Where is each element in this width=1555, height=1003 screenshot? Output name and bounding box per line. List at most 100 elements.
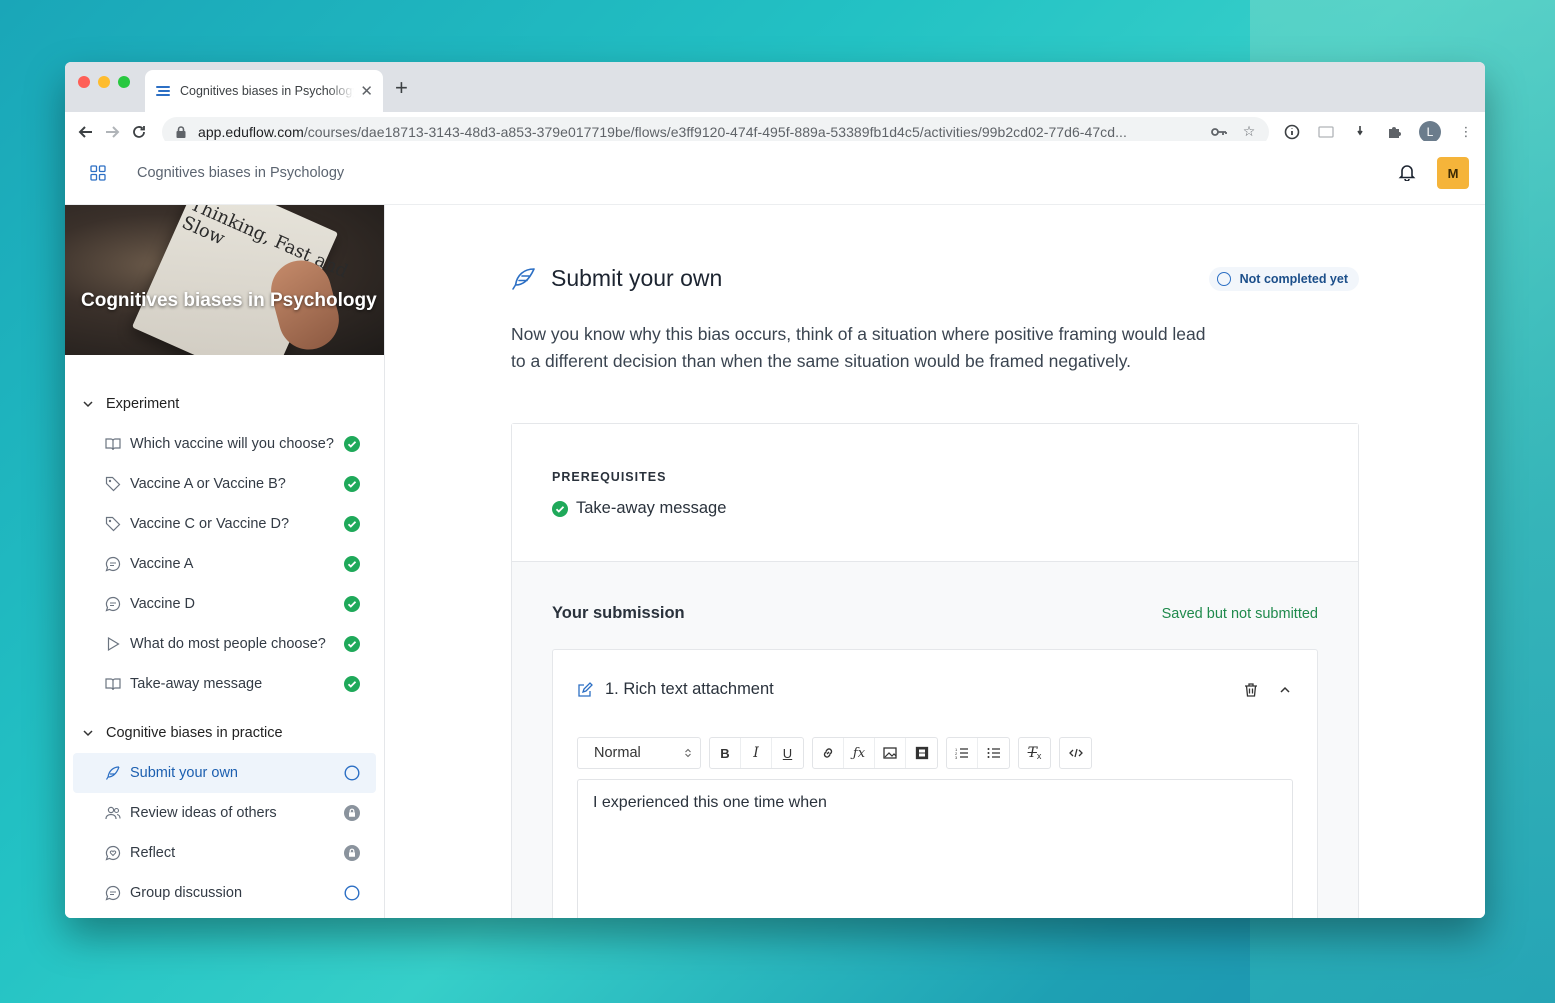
sidebar-item-group-discussion[interactable]: Group discussion xyxy=(73,873,376,913)
section-experiment[interactable]: Experiment xyxy=(65,384,384,424)
sidebar-item-label: Take-away message xyxy=(130,676,263,692)
select-arrows-icon xyxy=(685,748,691,758)
rich-text-editor[interactable]: I experienced this one time when xyxy=(577,779,1293,918)
activity-title: Submit your own xyxy=(551,265,723,291)
status-badge-label: Not completed yet xyxy=(1239,272,1348,286)
bold-button[interactable]: B xyxy=(710,738,741,768)
book-icon xyxy=(105,438,121,451)
sidebar-item-what-most-choose[interactable]: What do most people choose? xyxy=(73,624,376,664)
feather-icon xyxy=(512,267,535,290)
url-path: /courses/dae18713-3143-48d3-a853-379e017… xyxy=(303,123,1127,140)
pin-extension-icon[interactable] xyxy=(1351,123,1369,141)
window-controls xyxy=(78,76,130,88)
clear-format-button[interactable]: Tx xyxy=(1019,738,1050,768)
sidebar-item-which-vaccine[interactable]: Which vaccine will you choose? xyxy=(73,424,376,464)
submission-title: Your submission xyxy=(552,604,685,622)
prerequisite-item[interactable]: Take-away message xyxy=(552,499,1318,518)
format-select[interactable]: Normal xyxy=(578,738,700,768)
close-window-button[interactable] xyxy=(78,76,90,88)
code-button[interactable] xyxy=(1060,738,1091,768)
formula-button[interactable]: ƒx xyxy=(844,738,875,768)
completed-check-icon xyxy=(344,556,360,572)
star-icon[interactable]: ☆ xyxy=(1241,123,1257,140)
prerequisites-section: PREREQUISITES Take-away message xyxy=(512,424,1358,562)
browser-tab[interactable]: Cognitives biases in Psychology | Eduflo… xyxy=(145,70,383,112)
sidebar-item-label: Which vaccine will you choose? xyxy=(130,436,334,452)
sidebar-item-label: Vaccine A xyxy=(130,556,194,572)
text-style-group: B I U xyxy=(709,737,804,769)
forward-arrow-icon xyxy=(106,125,120,138)
ordered-list-icon: 123 xyxy=(955,747,968,759)
key-icon[interactable] xyxy=(1211,124,1227,140)
section-cognitive-biases-practice[interactable]: Cognitive biases in practice xyxy=(65,713,384,753)
maximize-window-button[interactable] xyxy=(118,76,130,88)
sidebar-item-submit-your-own[interactable]: Submit your own xyxy=(73,753,376,793)
activity-card: PREREQUISITES Take-away message Your sub… xyxy=(511,423,1359,918)
feather-icon xyxy=(105,766,120,780)
prerequisite-label: Take-away message xyxy=(576,499,727,517)
sidebar-item-label: Vaccine A or Vaccine B? xyxy=(130,476,286,492)
link-button[interactable] xyxy=(813,738,844,768)
extensions-area: L ⋮ xyxy=(1283,120,1475,143)
eduflow-favicon-icon xyxy=(156,86,170,96)
folder-extension-icon[interactable] xyxy=(1317,123,1335,141)
info-extension-icon[interactable] xyxy=(1283,123,1301,141)
new-tab-button[interactable]: + xyxy=(395,75,408,101)
video-button[interactable] xyxy=(906,738,937,768)
sidebar-item-label: Review ideas of others xyxy=(130,805,277,821)
code-icon xyxy=(1068,748,1083,758)
image-icon xyxy=(883,747,897,759)
course-title[interactable]: Cognitives biases in Psychology xyxy=(137,165,344,181)
tab-close-icon[interactable]: ✕ xyxy=(360,82,373,100)
app-header: Cognitives biases in Psychology M xyxy=(65,141,1485,205)
sidebar-item-label: What do most people choose? xyxy=(130,636,326,652)
bell-icon[interactable] xyxy=(1398,163,1416,181)
activity-header: Submit your own xyxy=(511,265,722,292)
chat-icon xyxy=(105,885,121,901)
link-icon xyxy=(823,748,833,758)
format-select-value: Normal xyxy=(594,745,641,761)
sidebar-item-vaccine-c-or-d[interactable]: Vaccine C or Vaccine D? xyxy=(73,504,376,544)
submission-header: Your submission Saved but not submitted xyxy=(552,604,1318,623)
back-arrow-icon xyxy=(78,125,93,138)
ordered-list-button[interactable]: 123 xyxy=(947,738,978,768)
sidebar-item-vaccine-a[interactable]: Vaccine A xyxy=(73,544,376,584)
not-started-circle-icon xyxy=(344,765,360,781)
sidebar-item-label: Vaccine C or Vaccine D? xyxy=(130,516,290,532)
browser-window: Cognitives biases in Psychology | Eduflo… xyxy=(65,62,1485,918)
apps-grid-icon[interactable] xyxy=(90,164,106,181)
image-button[interactable] xyxy=(875,738,906,768)
sidebar-item-label: Submit your own xyxy=(130,765,238,781)
tag-icon xyxy=(105,476,121,492)
sidebar-item-vaccine-d[interactable]: Vaccine D xyxy=(73,584,376,624)
svg-text:3: 3 xyxy=(955,755,958,759)
more-menu-icon[interactable]: ⋮ xyxy=(1457,123,1475,141)
editor-toolbar: Normal B I U ƒx 1 2 3 T x xyxy=(577,737,1293,769)
chevron-up-icon[interactable] xyxy=(1277,682,1293,698)
course-hero-image: Thinking, Fast and Slow Cognitives biase… xyxy=(65,205,384,355)
heart-chat-icon xyxy=(105,845,121,861)
locked-icon xyxy=(344,845,360,861)
sidebar-item-review-ideas[interactable]: Review ideas of others xyxy=(73,793,376,833)
chevron-down-icon xyxy=(83,730,93,737)
status-circle-icon xyxy=(1216,272,1231,286)
clean-group: Tx xyxy=(1018,737,1051,769)
trash-icon[interactable] xyxy=(1243,682,1259,698)
completed-check-icon xyxy=(344,596,360,612)
underline-button[interactable]: U xyxy=(772,738,803,768)
profile-avatar[interactable]: L xyxy=(1418,120,1441,143)
user-avatar[interactable]: M xyxy=(1437,157,1469,189)
section-title: Cognitive biases in practice xyxy=(106,725,283,741)
puzzle-extensions-icon[interactable] xyxy=(1385,123,1403,141)
list-group: 123 xyxy=(946,737,1010,769)
sidebar-item-vaccine-a-or-b[interactable]: Vaccine A or Vaccine B? xyxy=(73,464,376,504)
sidebar-item-reflect[interactable]: Reflect xyxy=(73,833,376,873)
chevron-down-icon xyxy=(83,401,93,408)
sidebar-item-take-away[interactable]: Take-away message xyxy=(73,664,376,704)
submission-status: Saved but not submitted xyxy=(1161,605,1318,622)
italic-button[interactable]: I xyxy=(741,738,772,768)
bullet-list-button[interactable] xyxy=(978,738,1009,768)
minimize-window-button[interactable] xyxy=(98,76,110,88)
completed-check-icon xyxy=(344,476,360,492)
book-icon xyxy=(105,678,121,691)
